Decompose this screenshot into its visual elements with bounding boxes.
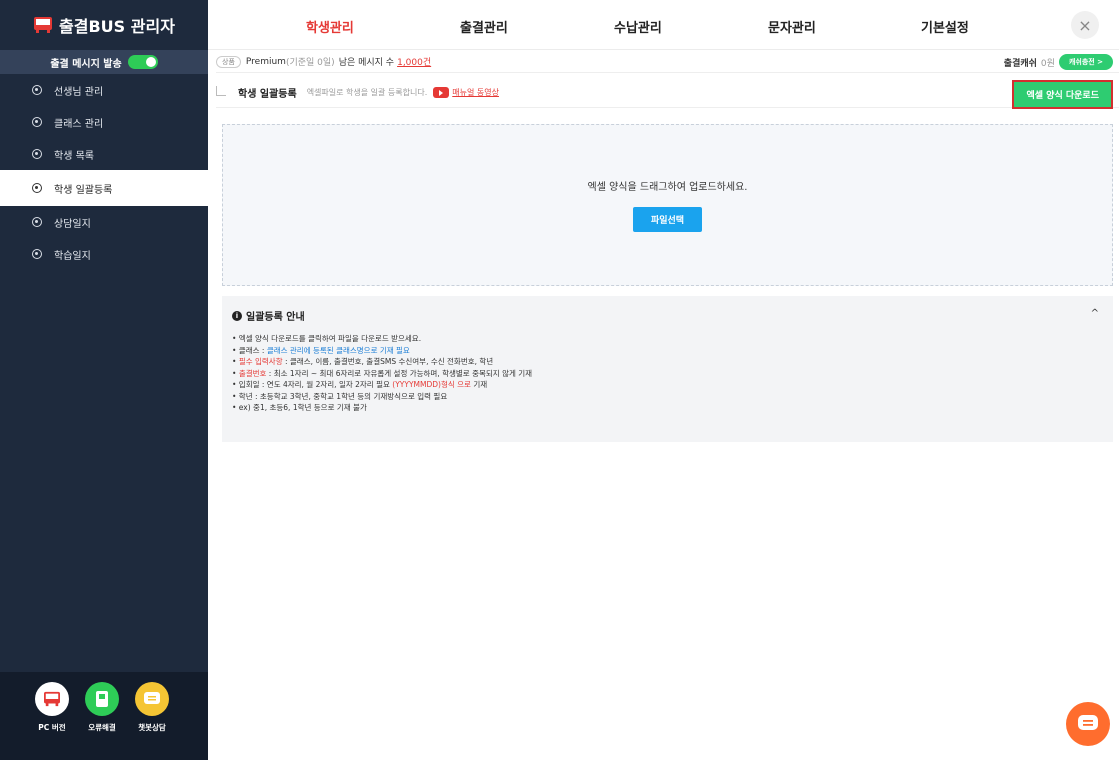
- bottom-shortcuts: PC 버전 오류해결 챗봇상담: [0, 672, 208, 760]
- sidebar-item-study-log[interactable]: 학습일지: [0, 238, 208, 270]
- excel-download-button[interactable]: 엑셀 양식 다운로드: [1012, 80, 1113, 109]
- tab-messages[interactable]: 문자관리: [768, 17, 816, 36]
- product-tag: 상품: [216, 55, 241, 68]
- chatbot-button[interactable]: 챗봇상담: [130, 682, 174, 760]
- guide-title: i 일괄등록 안내: [232, 308, 1103, 323]
- radio-dot-icon: [32, 249, 42, 259]
- sidebar-item-classes[interactable]: 클래스 관리: [0, 106, 208, 138]
- bus-icon: [34, 17, 53, 33]
- info-icon: i: [232, 310, 242, 321]
- bus-icon: [35, 682, 69, 716]
- brand[interactable]: 출결BUS 관리자: [0, 0, 208, 50]
- pc-version-button[interactable]: PC 버전: [30, 682, 74, 760]
- page-header: 학생 일괄등록 엑셀파일로 학생을 일괄 등록합니다. 매뉴얼 동영상 엑셀 양…: [216, 78, 1119, 109]
- notify-row: 출결 메시지 발송: [0, 50, 208, 74]
- sidebar-menu: 선생님 관리 클래스 관리 학생 목록 학생 일괄등록 상담일지 학습일지: [0, 74, 208, 270]
- dropzone-text: 엑셀 양식을 드래그하여 업로드하세요.: [587, 182, 748, 193]
- chat-icon: [135, 682, 169, 716]
- sidebar-item-label: 학생 목록: [54, 150, 94, 162]
- list-item: • 클래스 : 클래스 관리에 등록된 클래스명으로 기재 필요: [232, 345, 410, 355]
- tab-payment[interactable]: 수납관리: [614, 17, 662, 36]
- cash-label: 출결캐쉬: [1003, 58, 1037, 69]
- notify-toggle[interactable]: [127, 55, 158, 69]
- sidebar-item-label: 학습일지: [54, 250, 91, 262]
- youtube-icon[interactable]: [433, 87, 450, 98]
- list-item: • 필수 입력사항 : 클래스, 이름, 출결번호, 출결SMS 수신여부, 수…: [232, 357, 494, 366]
- corner-mark: [216, 85, 226, 96]
- phone-icon: [85, 682, 119, 716]
- plan-name: Premium: [245, 56, 286, 67]
- plan-note: (기준일 0일): [285, 58, 335, 68]
- radio-dot-icon: [32, 149, 42, 159]
- remain-label: 남은 메시지 수: [338, 58, 395, 68]
- notify-label: 출결 메시지 발송: [50, 58, 122, 70]
- sidebar-item-label: 학생 일괄등록: [54, 184, 113, 196]
- sidebar-item-label: 선생님 관리: [54, 86, 104, 98]
- radio-dot-icon: [32, 117, 42, 127]
- chat-icon: [1078, 715, 1098, 730]
- guide-list: • 엑셀 양식 다운로드를 클릭하여 파일을 다운로드 받으세요. • 클래스 …: [232, 333, 1103, 414]
- tab-settings[interactable]: 기본설정: [921, 17, 969, 36]
- page-title: 학생 일괄등록: [238, 89, 297, 100]
- close-icon[interactable]: ×: [1071, 11, 1099, 39]
- cash-area: 출결캐쉬 0원 캐쉬충전 >: [1004, 54, 1113, 70]
- pc-version-label: PC 버전: [38, 723, 66, 732]
- info-bar: 상품 Premium (기준일 0일) 남은 메시지 수 1,000건 출결캐쉬…: [216, 51, 1119, 73]
- sidebar-item-label: 상담일지: [54, 218, 91, 230]
- upload-dropzone[interactable]: 엑셀 양식을 드래그하여 업로드하세요. 파일선택: [222, 124, 1113, 286]
- chat-floating-button[interactable]: [1066, 702, 1110, 746]
- page-description: 엑셀파일로 학생을 일괄 등록합니다.: [306, 88, 428, 97]
- sidebar-item-bulk-register[interactable]: 학생 일괄등록: [0, 170, 208, 206]
- brand-title: 출결BUS 관리자: [59, 17, 175, 36]
- tab-attendance[interactable]: 출결관리: [460, 17, 508, 36]
- radio-dot-icon: [32, 217, 42, 227]
- sidebar-item-label: 클래스 관리: [54, 118, 104, 130]
- sidebar: 출결BUS 관리자 출결 메시지 발송 선생님 관리 클래스 관리 학생 목록 …: [0, 0, 208, 760]
- remain-value[interactable]: 1,000건: [397, 55, 431, 68]
- chatbot-label: 챗봇상담: [138, 723, 166, 732]
- radio-dot-icon: [32, 85, 42, 95]
- cash-value: 0원: [1040, 58, 1055, 69]
- list-item: • ex) 중1, 초등6, 1학년 등으로 기재 불가: [232, 403, 367, 412]
- sidebar-item-teachers[interactable]: 선생님 관리: [0, 74, 208, 106]
- bulk-register-guide: i 일괄등록 안내 ^ • 엑셀 양식 다운로드를 클릭하여 파일을 다운로드 …: [222, 296, 1113, 442]
- list-item: • 엑셀 양식 다운로드를 클릭하여 파일을 다운로드 받으세요.: [232, 334, 422, 343]
- error-fix-button[interactable]: 오류해결: [80, 682, 124, 760]
- list-item: • 입회일 : 연도 4자리, 월 2자리, 일자 2자리 필요 (YYYYMM…: [232, 380, 488, 389]
- manual-video-link[interactable]: 매뉴얼 동영상: [452, 87, 499, 98]
- chevron-up-icon[interactable]: ^: [1091, 308, 1099, 319]
- sidebar-item-counseling[interactable]: 상담일지: [0, 206, 208, 238]
- top-nav: 학생관리 출결관리 수납관리 문자관리 기본설정 ×: [208, 0, 1119, 50]
- radio-dot-icon: [32, 183, 42, 193]
- tab-student-mgmt[interactable]: 학생관리: [306, 17, 354, 36]
- list-item: • 출결번호 : 최소 1자리 ~ 최대 6자리로 자유롭게 설정 가능하며, …: [232, 368, 533, 378]
- sidebar-item-students[interactable]: 학생 목록: [0, 138, 208, 170]
- cash-charge-button[interactable]: 캐쉬충전 >: [1058, 54, 1113, 70]
- list-item: • 학년 : 초등학교 3학년, 중학교 1학년 등의 기재방식으로 입력 필요: [232, 391, 448, 401]
- guide-title-text: 일괄등록 안내: [246, 312, 305, 323]
- error-fix-label: 오류해결: [88, 723, 116, 732]
- file-select-button[interactable]: 파일선택: [632, 207, 703, 232]
